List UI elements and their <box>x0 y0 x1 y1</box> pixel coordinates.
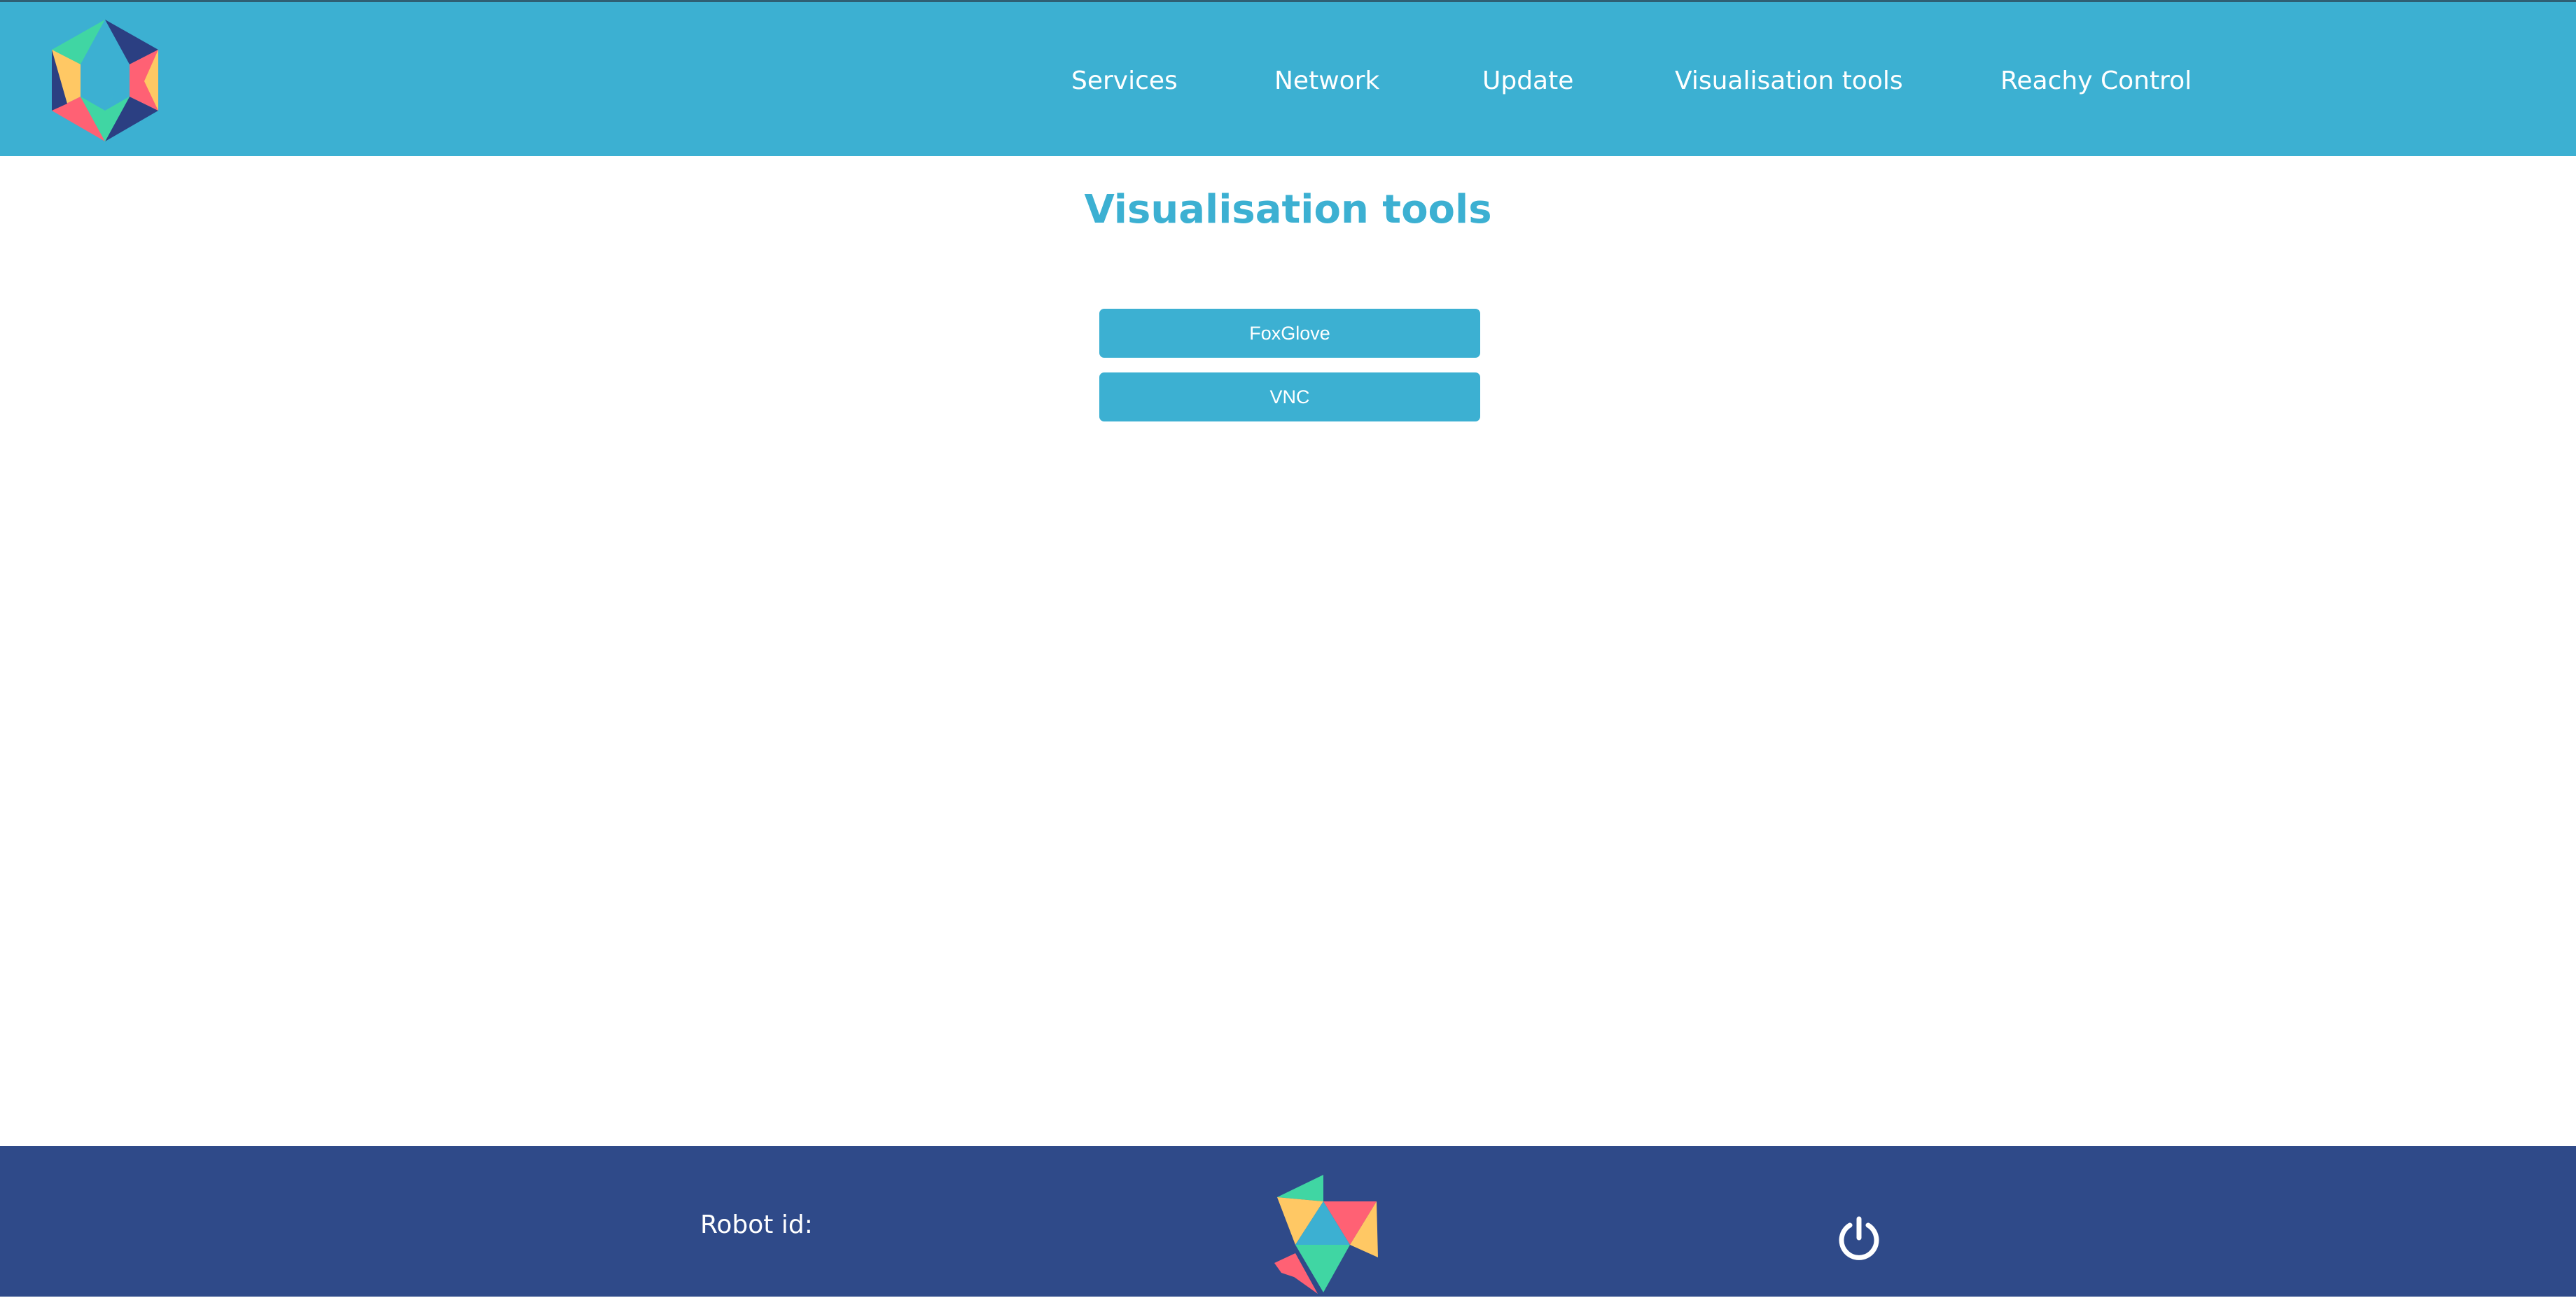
page-title: Visualisation tools <box>1084 187 1492 232</box>
nav-link-visualisation-tools[interactable]: Visualisation tools <box>1675 64 1903 99</box>
vnc-button[interactable]: VNC <box>1099 372 1480 421</box>
robot-id-label: Robot id: <box>700 1210 813 1239</box>
pollen-robotics-logo-icon <box>1274 1175 1379 1295</box>
nav-link-reachy-control[interactable]: Reachy Control <box>2000 64 2192 99</box>
foxglove-button[interactable]: FoxGlove <box>1099 309 1480 358</box>
nav-link-update[interactable]: Update <box>1482 64 1573 99</box>
reachy-hexagon-logo-icon[interactable] <box>52 20 158 141</box>
nav-link-services[interactable]: Services <box>1071 64 1178 99</box>
top-navigation-bar: Services Network Update Visualisation to… <box>0 2 2576 156</box>
power-icon[interactable] <box>1834 1214 1884 1263</box>
footer-bar: Robot id: <box>0 1146 2576 1297</box>
nav-link-network[interactable]: Network <box>1274 64 1379 99</box>
